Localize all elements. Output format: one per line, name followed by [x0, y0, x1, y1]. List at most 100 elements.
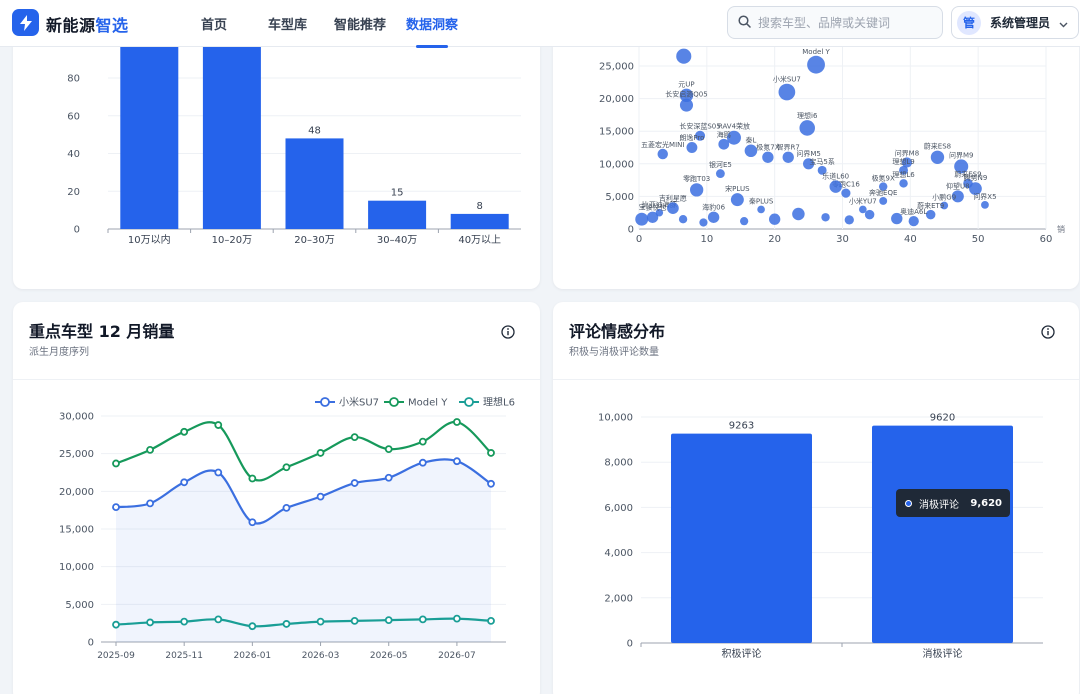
series-point: [214, 615, 223, 624]
nav-model-library[interactable]: 车型库: [268, 14, 307, 33]
price-distribution-chart: 0 20 40 60 80 10万以内 10–20万 48 20–30万 15 30–40万 8 40万…: [67, 21, 521, 246]
card-title: 评论情感分布: [569, 322, 666, 341]
info-icon[interactable]: [500, 324, 516, 340]
user-name: 系统管理员: [990, 16, 1051, 30]
scatter-point: [715, 169, 725, 178]
series-point: [146, 446, 154, 454]
point-label: 元UP: [678, 81, 694, 89]
scatter-point: [799, 120, 815, 136]
scatter-point: [899, 179, 908, 188]
scatter-card: 0 5,000 10,000 15,000 20,000 25,000 0 10 20 30 40 5…: [553, 20, 1079, 289]
search-input[interactable]: [758, 15, 938, 30]
info-icon[interactable]: [1040, 324, 1056, 340]
series-point: [316, 617, 325, 626]
user-menu[interactable]: 管 系统管理员: [951, 6, 1079, 39]
series-point: [112, 459, 120, 468]
series-point: [453, 418, 461, 426]
x-tick-label: 2026-03: [302, 651, 340, 661]
bar: [368, 200, 427, 229]
x-tick-label: 10: [700, 234, 713, 245]
scatter-point: [908, 216, 919, 227]
brand-part2: 智选: [95, 16, 129, 35]
y-tick-label: 20: [67, 187, 80, 198]
series-point: [112, 503, 120, 512]
search-box[interactable]: [727, 6, 943, 39]
nav-home[interactable]: 首页: [201, 14, 227, 33]
tooltip-dot: [905, 499, 912, 507]
x-tick-label: 积极评论: [722, 647, 762, 660]
x-tick-label: 2026-07: [438, 651, 476, 661]
scatter-point: [841, 188, 851, 198]
bar: [872, 425, 1013, 643]
y-tick-label: 10,000: [59, 562, 94, 573]
scatter-point: [930, 150, 945, 164]
point-label: 小米SU7: [773, 75, 801, 84]
x-tick-label: 40: [904, 234, 917, 245]
scatter-point: [635, 212, 649, 226]
y-tick-label: 0: [74, 225, 80, 236]
y-tick-label: 15,000: [599, 127, 634, 138]
y-tick-label: 10,000: [598, 413, 633, 424]
y-tick-label: 0: [88, 638, 94, 649]
point-label: 奔驰EQE: [869, 188, 897, 197]
series-point: [453, 614, 461, 623]
y-tick-label: 25,000: [59, 449, 94, 460]
point-label: 蔚来ES8: [924, 142, 951, 151]
series-point: [418, 615, 427, 624]
series-point: [214, 421, 223, 429]
series-point: [248, 474, 257, 483]
nav-data-insights[interactable]: 数据洞察: [406, 14, 458, 33]
brand-part1: 新能源: [46, 16, 96, 35]
x-tick-label: 0: [636, 234, 642, 245]
scatter-point: [744, 144, 758, 158]
lightning-icon[interactable]: [12, 9, 39, 36]
x-tick-label: 30–40万: [377, 235, 417, 246]
scatter-point: [925, 209, 936, 220]
series-point: [384, 473, 393, 482]
y-tick-label: 6,000: [604, 503, 633, 514]
nav-smart-recommend[interactable]: 智能推荐: [334, 14, 386, 33]
series-point: [282, 463, 291, 472]
point-label: 奥迪A6L: [900, 207, 927, 216]
scatter-point: [859, 205, 867, 214]
scatter-point: [740, 217, 749, 226]
card-subtitle: 积极与消极评论数量: [569, 347, 659, 358]
scatter-point: [829, 180, 842, 193]
y-tick-label: 20,000: [599, 94, 634, 105]
point-label: Model Y: [802, 48, 830, 56]
series-point: [384, 616, 393, 625]
point-label: 长安深蓝S05: [679, 122, 720, 131]
series-point: [146, 499, 154, 508]
scatter-point: [792, 207, 805, 221]
x-tick-label: 10–20万: [212, 235, 252, 246]
legend-label: 小米SU7: [339, 396, 379, 409]
series-point: [487, 479, 495, 488]
point-label: 极氪9X: [872, 173, 895, 182]
top-bar: 新能源智选 首页 车型库 智能推荐 数据洞察 管 系统管理员: [0, 0, 1080, 48]
brand-title[interactable]: 新能源智选: [46, 12, 129, 36]
x-tick-label: 30: [836, 234, 849, 245]
point-label: 宋PLUS: [725, 184, 750, 193]
scatter-point: [782, 151, 794, 163]
series-point: [180, 617, 189, 626]
scatter-point: [757, 205, 765, 214]
y-tick-label: 0: [628, 225, 634, 236]
scatter-point: [690, 183, 704, 197]
scatter-point: [879, 197, 888, 205]
legend-label: Model Y: [408, 398, 448, 409]
scatter-point: [981, 200, 989, 209]
y-tick-label: 30,000: [59, 412, 94, 423]
scatter-point: [807, 55, 825, 74]
point-label: 海鸥: [717, 130, 731, 139]
y-tick-label: 20,000: [59, 487, 94, 498]
x-tick-label: 10万以内: [128, 233, 171, 246]
series-area: [116, 459, 491, 642]
x-tick-label: 消极评论: [923, 647, 963, 660]
point-label: 小米YU7: [849, 197, 877, 206]
y-tick-label: 5,000: [65, 600, 94, 611]
series-point: [316, 492, 325, 501]
x-tick-label: 2026-01: [234, 651, 272, 661]
tooltip-value: 9,620: [970, 497, 1002, 509]
point-label: 乐道L60: [822, 171, 849, 180]
scatter-point: [707, 211, 720, 223]
